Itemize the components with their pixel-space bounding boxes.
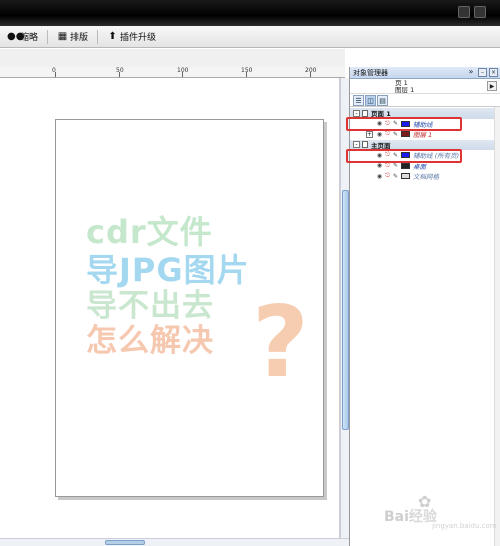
layer-row[interactable]: ◉ ⎋ ✎ 文档网格 xyxy=(350,171,500,182)
overlay-line-1: cdr文件 xyxy=(86,213,213,251)
page-icon xyxy=(362,109,368,117)
toolbar-divider xyxy=(47,29,49,44)
tutorial-overlay-text: cdr文件 导JPG图片 导不出去 怎么解决 xyxy=(86,216,250,357)
panel-view-buttons: ☰ ◫ ▤ xyxy=(350,94,500,107)
panel-minimize-icon[interactable]: – xyxy=(478,68,487,77)
horizontal-scrollbar[interactable] xyxy=(0,538,349,546)
toolbar-label: 缩略 xyxy=(20,33,39,43)
pencil-icon[interactable]: ✎ xyxy=(392,173,399,180)
scrollbar-thumb[interactable] xyxy=(342,190,349,430)
toolbar-label: 排版 xyxy=(70,33,89,43)
layout-grid-icon: ▦ xyxy=(57,31,68,42)
toolbar-item-plugin-upgrade[interactable]: ⬆ 插件升级 xyxy=(104,29,159,44)
ruler-tick xyxy=(310,72,311,77)
layer-tree: - 页面 1 ◉ ⎋ ✎ 辅助线 + ◉ ⎋ ✎ 图层 1 - 主页面 ◉ ⎋ … xyxy=(346,107,500,182)
plugin-toolbar: ●● 缩略 ▦ 排版 ⬆ 插件升级 xyxy=(0,26,500,48)
app-window: ●● 缩略 ▦ 排版 ⬆ 插件升级 0 50 100 150 200 cdr文件… xyxy=(0,0,500,546)
toolbar-item-thumbnail[interactable]: ●● 缩略 xyxy=(4,29,41,44)
question-mark-graphic: ? xyxy=(252,286,309,400)
collapse-toggle-icon[interactable]: - xyxy=(353,141,360,149)
overlay-line-2: 导JPG图片 xyxy=(86,251,250,289)
highlight-box xyxy=(346,149,462,163)
layer-color-swatch[interactable] xyxy=(401,131,410,138)
panel-title: 对象管理器 xyxy=(353,68,388,77)
layer-manager-view-icon[interactable]: ▤ xyxy=(377,94,388,106)
title-bar xyxy=(0,0,500,26)
layer-color-swatch[interactable] xyxy=(401,162,410,169)
panel-info: 页 1 图层 1 ▶ xyxy=(350,79,500,94)
panel-header: 对象管理器 » – × xyxy=(350,67,500,79)
overlay-line-3: 导不出去 xyxy=(86,288,214,324)
pencil-icon[interactable]: ✎ xyxy=(392,162,399,169)
scrollbar-thumb[interactable] xyxy=(105,540,145,545)
horizontal-ruler[interactable]: 0 50 100 150 200 xyxy=(0,67,345,78)
layer-name: 文档网格 xyxy=(413,173,439,182)
print-icon[interactable]: ⎋ xyxy=(384,172,391,180)
toolbar-label: 插件升级 xyxy=(120,33,157,43)
users-icon: ●● xyxy=(7,31,25,42)
toolbar-divider xyxy=(97,29,99,44)
collapse-toggle-icon[interactable]: - xyxy=(353,109,360,117)
property-bar xyxy=(0,49,345,67)
ruler-tick xyxy=(55,72,56,77)
maximize-button[interactable] xyxy=(474,6,486,18)
vertical-scrollbar[interactable] xyxy=(340,78,349,538)
expand-panel-icon[interactable]: » xyxy=(466,68,476,77)
toolbar-item-layout[interactable]: ▦ 排版 xyxy=(54,29,91,44)
panel-close-icon[interactable]: × xyxy=(489,68,498,77)
page-icon xyxy=(362,141,368,149)
current-layer-label: 图层 1 xyxy=(395,86,415,94)
edit-across-layers-icon[interactable]: ◫ xyxy=(365,94,376,106)
print-icon[interactable]: ⎋ xyxy=(384,130,391,138)
eye-icon[interactable]: ◉ xyxy=(376,131,383,138)
ruler-tick xyxy=(182,72,183,77)
baidu-watermark: ✿ Bai经验 jingyan.baidu.com xyxy=(384,492,497,532)
minimize-button[interactable] xyxy=(458,6,470,18)
upload-arrow-icon: ⬆ xyxy=(108,31,117,42)
layer-color-swatch[interactable] xyxy=(401,173,410,180)
expand-toggle-icon[interactable]: + xyxy=(366,131,373,138)
object-manager-panel: 对象管理器 » – × 页 1 图层 1 ▶ ☰ ◫ ▤ - 页面 1 ◉ ⎋ … xyxy=(346,67,500,546)
watermark-site: jingyan.baidu.com xyxy=(432,522,497,530)
panel-scrollbar[interactable] xyxy=(494,107,500,546)
show-properties-icon[interactable]: ☰ xyxy=(353,94,364,106)
highlight-box xyxy=(346,117,462,131)
overlay-line-4: 怎么解决 xyxy=(86,323,214,359)
panel-menu-arrow-icon[interactable]: ▶ xyxy=(487,81,497,91)
ruler-tick xyxy=(119,72,120,77)
watermark-brand: Bai经验 xyxy=(384,509,437,525)
ruler-tick xyxy=(246,72,247,77)
pencil-icon[interactable]: ✎ xyxy=(392,131,399,138)
eye-icon[interactable]: ◉ xyxy=(376,173,383,180)
eye-icon[interactable]: ◉ xyxy=(376,162,383,169)
